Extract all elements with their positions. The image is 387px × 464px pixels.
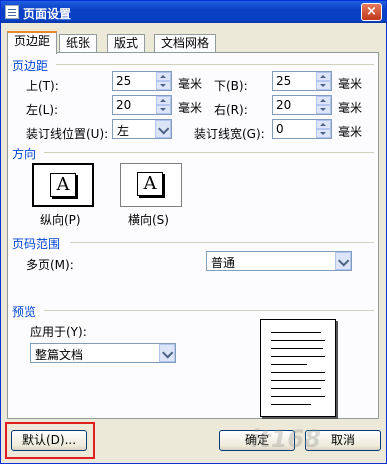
tab-layout[interactable]: 版式 xyxy=(107,34,146,53)
bottom-margin-unit: 毫米 xyxy=(338,77,363,91)
landscape-label[interactable]: 横向(S) xyxy=(128,211,169,228)
landscape-page-icon: A xyxy=(137,172,163,196)
preview-section-title: 预览 xyxy=(12,305,37,319)
preview-text-line xyxy=(271,372,325,373)
spin-down-icon[interactable] xyxy=(156,81,171,90)
default-button[interactable]: 默认(D)... xyxy=(11,430,87,451)
gutter-width-label: 装订线宽(G): xyxy=(194,127,265,141)
gutter-width-spinner[interactable]: 0 xyxy=(272,119,332,139)
preview-text-line xyxy=(271,332,321,333)
preview-text-line xyxy=(271,348,323,349)
bottom-margin-label: 下(B): xyxy=(214,79,248,93)
spin-down-icon[interactable] xyxy=(316,81,331,90)
pages-divider xyxy=(70,242,374,243)
top-margin-label: 上(T): xyxy=(26,79,59,93)
spin-down-icon[interactable] xyxy=(316,129,331,138)
spin-up-icon[interactable] xyxy=(316,120,331,129)
gutter-position-select[interactable]: 左 xyxy=(112,119,172,139)
portrait-page-icon: A xyxy=(50,173,76,197)
preview-text-line xyxy=(271,388,321,389)
chevron-down-icon[interactable] xyxy=(335,252,351,270)
multi-pages-select[interactable]: 普通 xyxy=(206,251,352,271)
tab-paper[interactable]: 纸张 xyxy=(59,34,98,53)
preview-text-line xyxy=(271,380,325,381)
portrait-option[interactable]: A xyxy=(32,163,94,207)
top-margin-unit: 毫米 xyxy=(178,77,203,91)
gutter-width-unit: 毫米 xyxy=(338,125,363,139)
top-margin-value: 25 xyxy=(116,74,132,88)
gutter-position-label: 装订线位置(U): xyxy=(26,127,109,141)
tab-margins[interactable]: 页边距 xyxy=(7,31,58,54)
spin-up-icon[interactable] xyxy=(316,72,331,81)
spin-up-icon[interactable] xyxy=(316,96,331,105)
margins-section-title: 页边距 xyxy=(12,59,49,73)
left-margin-unit: 毫米 xyxy=(178,101,203,115)
orientation-divider xyxy=(44,152,374,153)
bottom-margin-spinner[interactable]: 25 xyxy=(272,71,332,91)
apply-to-value: 整篇文档 xyxy=(35,348,84,362)
left-margin-spinner[interactable]: 20 xyxy=(112,95,172,115)
right-margin-unit: 毫米 xyxy=(338,101,363,115)
tab-strip: 页边距 纸张 版式 文档网格 xyxy=(7,31,379,54)
chevron-down-icon[interactable] xyxy=(155,120,171,138)
portrait-label[interactable]: 纵向(P) xyxy=(40,211,81,228)
spin-up-icon[interactable] xyxy=(156,96,171,105)
preview-text-line xyxy=(271,364,307,365)
preview-text-line xyxy=(271,396,325,397)
spin-up-icon[interactable] xyxy=(156,72,171,81)
preview-text-line xyxy=(271,356,325,357)
right-margin-spinner[interactable]: 20 xyxy=(272,95,332,115)
chevron-down-icon[interactable] xyxy=(159,344,175,362)
preview-divider xyxy=(44,310,374,311)
page-setup-dialog: 页面设置 × 页边距 纸张 版式 文档网格 页边距 上(T): 25 毫米 下(… xyxy=(0,0,387,464)
orientation-section-title: 方向 xyxy=(12,147,37,161)
title-bar[interactable]: 页面设置 × xyxy=(1,1,386,23)
spin-down-icon[interactable] xyxy=(316,105,331,114)
multi-pages-label: 多页(M): xyxy=(26,258,74,272)
top-margin-spinner[interactable]: 25 xyxy=(112,71,172,91)
spin-down-icon[interactable] xyxy=(156,105,171,114)
gutter-width-value: 0 xyxy=(276,122,284,136)
close-button[interactable]: × xyxy=(361,3,382,21)
tab-doc-grid[interactable]: 文档网格 xyxy=(154,34,217,53)
gutter-position-value: 左 xyxy=(117,124,130,138)
apply-to-label: 应用于(Y): xyxy=(30,325,87,339)
bottom-margin-value: 25 xyxy=(276,74,292,88)
multi-pages-value: 普通 xyxy=(211,256,236,270)
tab-panel: 页边距 上(T): 25 毫米 下(B): 25 毫米 左(L): 20 毫米 … xyxy=(7,52,379,419)
preview-text-line xyxy=(271,404,311,405)
left-margin-label: 左(L): xyxy=(26,103,59,117)
watermark: it168 xyxy=(251,425,321,453)
margins-divider xyxy=(56,64,374,65)
landscape-option[interactable]: A xyxy=(120,163,182,207)
left-margin-value: 20 xyxy=(116,98,132,112)
dialog-title: 页面设置 xyxy=(23,7,72,21)
preview-page xyxy=(260,319,336,417)
preview-text-line xyxy=(271,340,325,341)
right-margin-value: 20 xyxy=(276,98,292,112)
document-icon xyxy=(5,5,19,19)
right-margin-label: 右(R): xyxy=(214,103,248,117)
apply-to-select[interactable]: 整篇文档 xyxy=(30,343,176,363)
pages-section-title: 页码范围 xyxy=(12,237,61,251)
